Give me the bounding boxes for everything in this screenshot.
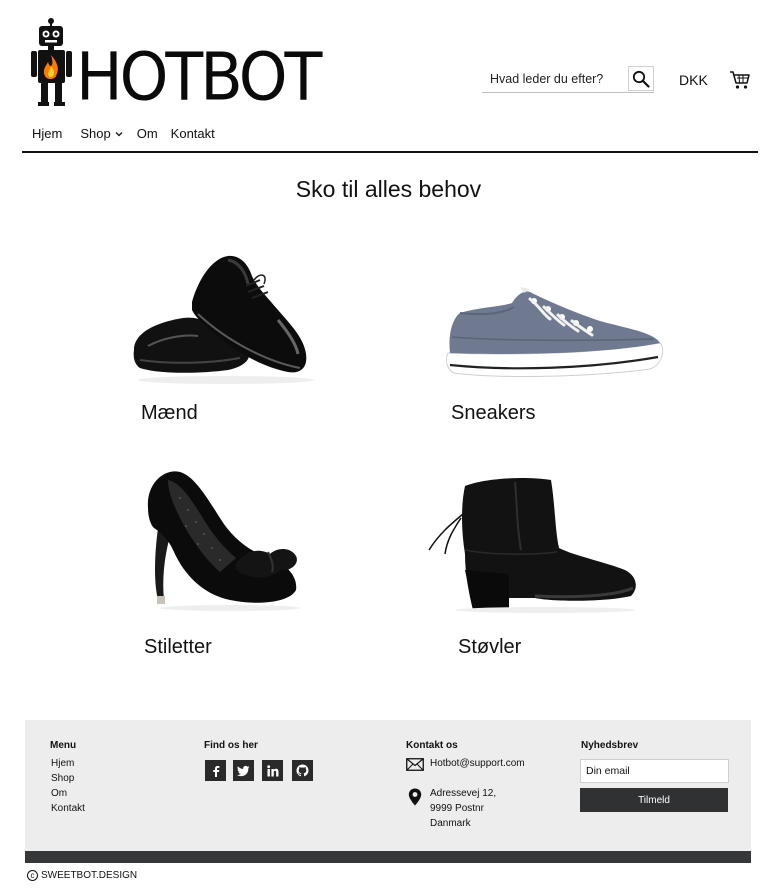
nav-item-shop[interactable]: Shop [80,126,123,141]
main-nav: Hjem Shop Om Kontakt [32,126,215,141]
contact-address-line-1: Adressevej 12, [430,788,497,799]
footer: Menu Hjem Shop Om Kontakt Find os her Ko… [25,720,751,851]
header-divider [22,151,758,153]
nav-item-om[interactable]: Om [137,126,158,141]
sneaker-image [445,287,664,377]
copyright-icon: c [27,870,38,881]
copyright-text[interactable]: SWEETBOT.DESIGN [41,870,137,881]
category-card-stovler[interactable]: Støvler [425,474,645,664]
contact-email[interactable]: Hotbot@support.com [430,756,525,771]
page-title: Sko til alles behov [295,176,482,202]
footer-menu-heading: Menu [50,740,77,751]
cart-icon [730,71,750,89]
search-button[interactable] [628,66,654,91]
github-icon [296,764,309,777]
contact-address-line-2: 9999 Postnr [430,803,484,814]
cart-button[interactable] [729,70,751,95]
category-label: Sneakers [451,402,536,424]
facebook-icon [212,765,219,777]
footer-bottom-bar [25,851,751,863]
logo[interactable]: HOTBOT [30,18,322,116]
brand-name: HOTBOT [76,37,322,116]
category-card-maend[interactable]: Mænd [128,250,318,430]
footer-newsletter-heading: Nyhedsbrev [581,740,639,751]
category-label: Støvler [458,636,522,658]
category-card-sneakers[interactable]: Sneakers [440,285,670,430]
facebook-link[interactable] [205,760,226,781]
twitter-icon [237,765,250,776]
search-bar [482,66,654,93]
nav-item-kontakt[interactable]: Kontakt [171,126,215,141]
nav-item-hjem[interactable]: Hjem [32,126,62,141]
twitter-link[interactable] [233,760,254,781]
newsletter-email-input[interactable] [580,759,729,783]
footer-link-om[interactable]: Om [51,788,67,799]
subscribe-button[interactable]: Tilmeld [580,788,728,812]
footer-link-kontakt[interactable]: Kontakt [51,803,85,814]
footer-social-heading: Find os her [204,740,258,751]
stiletto-image [147,471,300,611]
men-shoes-image [133,255,314,384]
mail-icon [406,758,424,771]
linkedin-link[interactable] [262,760,283,781]
location-pin-icon [408,788,422,806]
robot-logo-icon [31,18,72,106]
copyright: c SWEETBOT.DESIGN [27,870,137,881]
github-link[interactable] [292,760,313,781]
search-input[interactable] [482,67,626,91]
category-label: Mænd [141,402,198,424]
search-icon [632,70,650,88]
footer-link-shop[interactable]: Shop [51,773,74,784]
footer-link-hjem[interactable]: Hjem [51,758,74,769]
nav-item-label: Shop [80,126,111,141]
currency-selector[interactable]: DKK [679,72,708,88]
category-card-stiletter[interactable]: Stiletter [140,468,310,663]
contact-address-line-3: Danmark [430,818,471,829]
category-label: Stiletter [144,636,212,658]
chevron-down-icon [115,131,123,136]
footer-contact-heading: Kontakt os [406,740,458,751]
boot-image [428,478,636,613]
linkedin-icon [266,764,278,776]
